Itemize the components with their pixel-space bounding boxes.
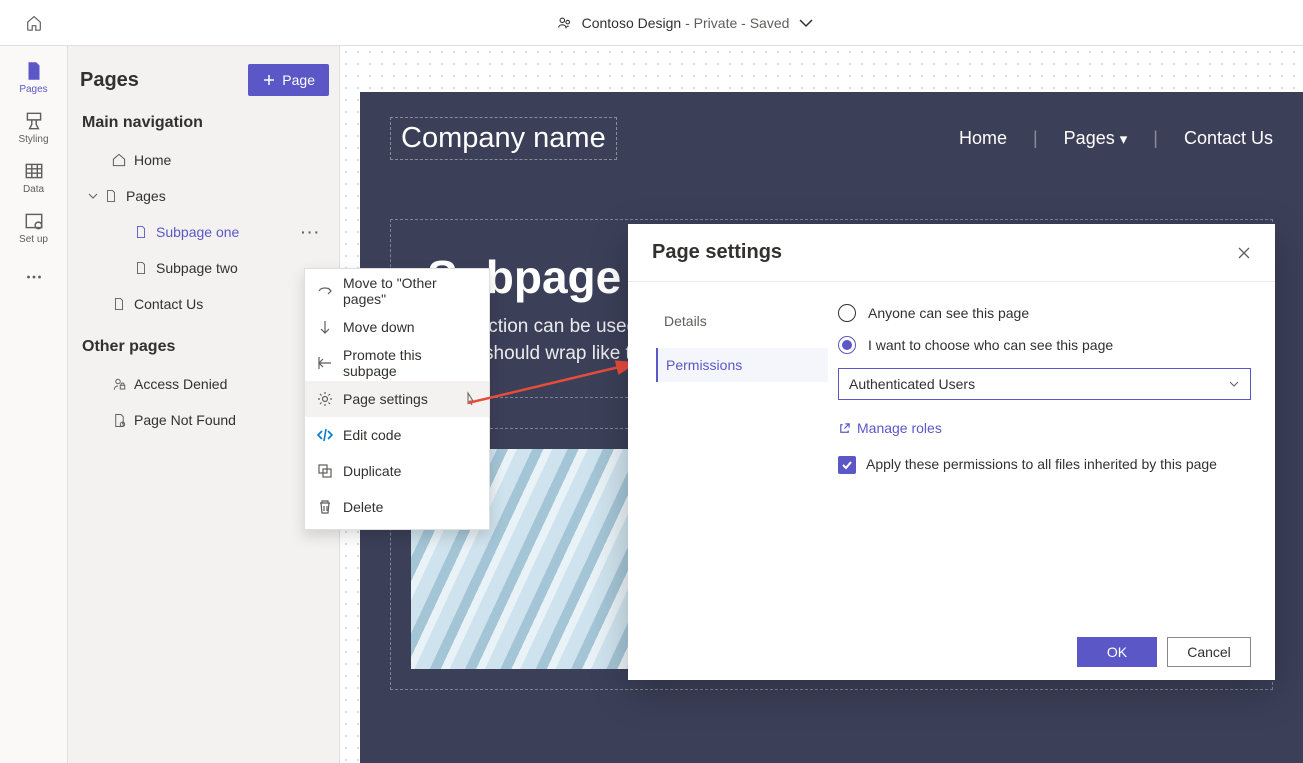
trash-icon	[317, 499, 333, 515]
tree-access-denied[interactable]: Access Denied	[80, 366, 329, 402]
nav-links: Home | Pages ▾ | Contact Us	[959, 128, 1273, 149]
main-nav-heading: Main navigation	[82, 114, 329, 132]
dialog-title: Page settings	[652, 241, 782, 264]
pages-panel: Pages Page Main navigation Home Pages Su…	[68, 46, 340, 763]
tree-subpage-one[interactable]: Subpage one ···	[80, 214, 329, 250]
menu-move-down[interactable]: Move down	[305, 309, 489, 345]
tree-contact[interactable]: Contact Us	[80, 286, 329, 322]
dialog-tabs: Details Permissions	[628, 282, 828, 624]
menu-move-other[interactable]: Move to "Other pages"	[305, 273, 489, 309]
page-icon	[132, 225, 150, 239]
inherit-checkbox[interactable]: Apply these permissions to all files inh…	[838, 456, 1251, 474]
code-icon	[317, 427, 333, 443]
other-tree: Access Denied Page Not Found	[80, 366, 329, 438]
ellipsis-icon	[23, 266, 45, 288]
promote-icon	[317, 355, 333, 371]
checkbox-checked-icon	[838, 456, 856, 474]
page-icon	[132, 261, 150, 275]
tab-details[interactable]: Details	[656, 304, 828, 338]
arrow-down-icon	[317, 319, 333, 335]
page-icon	[23, 60, 45, 82]
brush-icon	[23, 110, 45, 132]
left-rail: Pages Styling Data Set up	[0, 46, 68, 763]
close-icon	[1237, 246, 1251, 260]
close-button[interactable]	[1237, 246, 1251, 260]
brand-name[interactable]: Company name	[390, 117, 617, 160]
role-select[interactable]: Authenticated Users	[838, 368, 1251, 400]
nav-home[interactable]: Home	[959, 128, 1007, 149]
ok-button[interactable]: OK	[1077, 637, 1157, 667]
top-bar: Contoso Design - Private - Saved	[0, 0, 1303, 46]
rail-data[interactable]: Data	[4, 152, 64, 202]
radio-choose[interactable]: I want to choose who can see this page	[838, 336, 1251, 354]
tree-home[interactable]: Home	[80, 142, 329, 178]
menu-delete[interactable]: Delete	[305, 489, 489, 525]
radio-icon	[838, 304, 856, 322]
gear-icon	[317, 391, 333, 407]
radio-selected-icon	[838, 336, 856, 354]
radio-anyone[interactable]: Anyone can see this page	[838, 304, 1251, 322]
page-warning-icon	[110, 413, 128, 428]
add-page-button[interactable]: Page	[248, 64, 329, 96]
nav-tree: Home Pages Subpage one ··· Subpage two C…	[80, 142, 329, 322]
panel-title: Pages	[80, 69, 139, 92]
home-icon[interactable]	[0, 14, 68, 32]
other-pages-heading: Other pages	[82, 338, 329, 356]
chevron-down-icon	[797, 14, 815, 32]
setup-icon	[23, 210, 45, 232]
home-icon	[110, 152, 128, 168]
page-icon	[110, 297, 128, 311]
duplicate-icon	[317, 463, 333, 479]
plus-icon	[262, 73, 276, 87]
rail-more[interactable]	[4, 252, 64, 302]
site-nav: Company name Home | Pages ▾ | Contact Us	[390, 92, 1273, 184]
tree-pages[interactable]: Pages	[80, 178, 329, 214]
tab-permissions[interactable]: Permissions	[656, 348, 828, 382]
nav-pages[interactable]: Pages ▾	[1064, 128, 1128, 149]
row-more-icon[interactable]: ···	[301, 224, 321, 240]
table-icon	[23, 160, 45, 182]
tree-subpage-two[interactable]: Subpage two	[80, 250, 329, 286]
rail-styling[interactable]: Styling	[4, 102, 64, 152]
tree-not-found[interactable]: Page Not Found	[80, 402, 329, 438]
annotation-arrow	[460, 355, 650, 415]
chevron-down-icon	[1228, 378, 1240, 390]
page-settings-dialog: Page settings Details Permissions Anyone…	[628, 224, 1275, 680]
people-icon	[556, 14, 574, 32]
menu-duplicate[interactable]: Duplicate	[305, 453, 489, 489]
manage-roles-link[interactable]: Manage roles	[838, 420, 1251, 436]
chevron-down-icon	[84, 190, 102, 202]
cancel-button[interactable]: Cancel	[1167, 637, 1251, 667]
dialog-content: Anyone can see this page I want to choos…	[828, 282, 1275, 624]
person-lock-icon	[110, 377, 128, 392]
rail-pages[interactable]: Pages	[4, 52, 64, 102]
nav-contact[interactable]: Contact Us	[1184, 128, 1273, 149]
document-title[interactable]: Contoso Design - Private - Saved	[68, 14, 1303, 32]
page-icon	[102, 189, 120, 203]
move-icon	[317, 283, 333, 299]
menu-edit-code[interactable]: Edit code	[305, 417, 489, 453]
external-link-icon	[838, 422, 851, 435]
rail-setup[interactable]: Set up	[4, 202, 64, 252]
